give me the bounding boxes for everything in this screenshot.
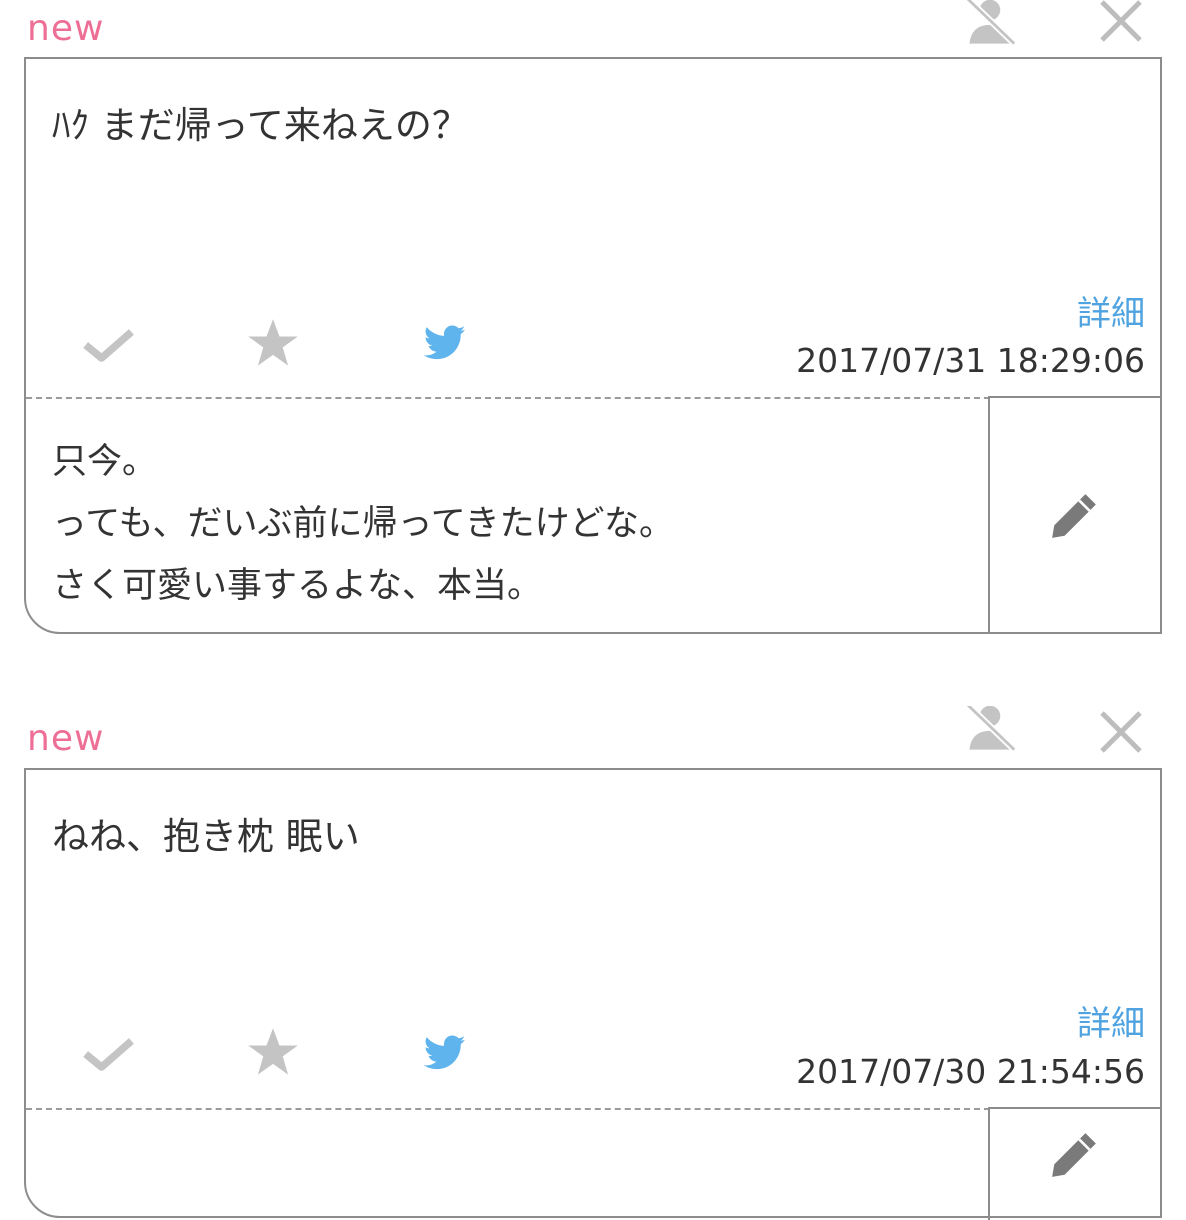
answer-divider [26, 1108, 990, 1110]
pencil-icon [1052, 1133, 1096, 1177]
answer-line: 只今。 [52, 442, 158, 482]
question-card: new ﾊｸ まだ帰って来ねえの？ 詳細 2017/07/31 18:29:06… [0, 0, 1186, 640]
question-box: ねね、抱き枕 眠い 詳細 2017/07/30 21:54:56 [24, 768, 1162, 1220]
new-badge: new [27, 8, 105, 49]
pencil-icon [1052, 494, 1096, 538]
question-text: ﾊｸ まだ帰って来ねえの？ [52, 104, 469, 147]
question-text: ねね、抱き枕 眠い [52, 815, 360, 858]
answer-area: 只今。 っても、だいぶ前に帰ってきたけどな。 さく可愛い事するよな、本当。 [26, 399, 990, 632]
question-card: new ねね、抱き枕 眠い 詳細 2017/07/30 21:54:56 [0, 700, 1186, 1220]
timestamp: 2017/07/30 21:54:56 [796, 1052, 1145, 1091]
twitter-icon[interactable] [424, 1035, 466, 1071]
user-blocked-icon[interactable] [962, 0, 1018, 48]
twitter-icon[interactable] [424, 325, 466, 361]
new-badge: new [27, 718, 105, 759]
check-icon[interactable] [81, 326, 137, 364]
detail-link[interactable]: 詳細 [1077, 286, 1145, 335]
answer-line: っても、だいぶ前に帰ってきたけどな。 [52, 504, 674, 544]
edit-answer-button[interactable] [988, 396, 1160, 632]
check-icon[interactable] [81, 1035, 137, 1073]
answer-line: さく可愛い事するよな、本当。 [52, 566, 543, 606]
timestamp: 2017/07/31 18:29:06 [796, 341, 1145, 380]
user-blocked-icon[interactable] [962, 706, 1018, 754]
close-icon[interactable] [1096, 0, 1146, 46]
star-icon[interactable] [246, 317, 300, 369]
close-icon[interactable] [1096, 707, 1146, 757]
star-icon[interactable] [246, 1026, 300, 1078]
question-box: ﾊｸ まだ帰って来ねえの？ 詳細 2017/07/31 18:29:06 只今。… [24, 57, 1162, 634]
edit-answer-button[interactable] [988, 1107, 1160, 1220]
detail-link[interactable]: 詳細 [1077, 996, 1145, 1045]
